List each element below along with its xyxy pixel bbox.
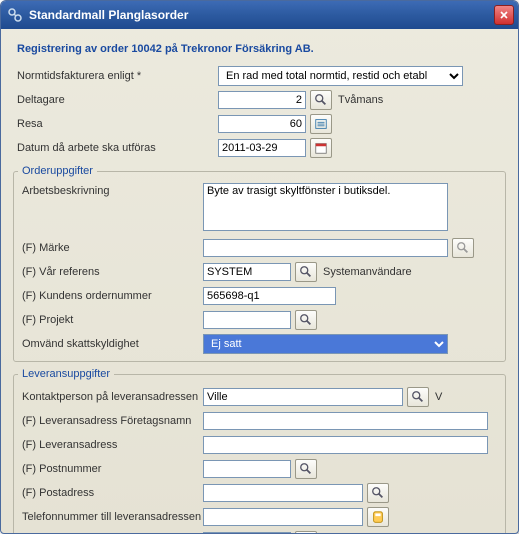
marke-label: (F) Märke (18, 242, 203, 254)
content-area: Registrering av order 10042 på Trekronor… (1, 29, 518, 534)
foretag-input[interactable] (203, 412, 488, 430)
app-icon (7, 7, 23, 23)
arbete-textarea[interactable] (203, 183, 448, 231)
deltagare-after: Tvåmans (338, 94, 383, 106)
projekt-lookup-button[interactable] (295, 310, 317, 330)
close-button[interactable] (494, 5, 514, 25)
omkast-label: Omvänd skattskyldighet (18, 338, 203, 350)
varref-label: (F) Vår referens (18, 266, 203, 278)
datum-input[interactable] (218, 139, 306, 157)
varref-input[interactable] (203, 263, 291, 281)
postnr-label: (F) Postnummer (18, 463, 203, 475)
kundorder-label: (F) Kundens ordernummer (18, 290, 203, 302)
registration-line: Registrering av order 10042 på Trekronor… (17, 43, 506, 55)
postaddr-lookup-button[interactable] (367, 483, 389, 503)
tel-input[interactable] (203, 508, 363, 526)
kundorder-input[interactable] (203, 287, 336, 305)
deltagare-label: Deltagare (13, 94, 218, 106)
leverans-legend: Leveransuppgifter (18, 368, 114, 380)
foretag-label: (F) Leveransadress Företagsnamn (18, 415, 203, 427)
postnr-lookup-button[interactable] (295, 459, 317, 479)
tel-action-button[interactable] (367, 507, 389, 527)
postaddr-label: (F) Postadress (18, 487, 203, 499)
kontakt-after: V (435, 391, 442, 403)
postaddr-input[interactable] (203, 484, 363, 502)
adress-label: (F) Leveransadress (18, 439, 203, 451)
dialog-window: Standardmall Planglasorder Registrering … (0, 0, 519, 534)
resa-label: Resa (13, 118, 218, 130)
leverans-fieldset: Leveransuppgifter Kontaktperson på lever… (13, 368, 506, 534)
varref-lookup-button[interactable] (295, 262, 317, 282)
kontakt-lookup-button[interactable] (407, 387, 429, 407)
normtid-select[interactable]: En rad med total normtid, restid och eta… (218, 66, 463, 86)
adress-input[interactable] (203, 436, 488, 454)
postnr-input[interactable] (203, 460, 291, 478)
deltagare-lookup-button[interactable] (310, 90, 332, 110)
projekt-label: (F) Projekt (18, 314, 203, 326)
deltagare-input[interactable] (218, 91, 306, 109)
kontakt-input[interactable] (203, 388, 403, 406)
kontakt-label: Kontaktperson på leveransadressen (18, 391, 203, 403)
order-fieldset: Orderuppgifter Arbetsbeskrivning (F) Mär… (13, 165, 506, 362)
order-legend: Orderuppgifter (18, 165, 97, 177)
marke-lookup-button[interactable] (452, 238, 474, 258)
omkast-select[interactable]: Ej satt (203, 334, 448, 354)
normtid-label: Normtidsfakturera enligt * (13, 70, 218, 82)
window-title: Standardmall Planglasorder (29, 8, 494, 22)
marke-input[interactable] (203, 239, 448, 257)
titlebar: Standardmall Planglasorder (1, 1, 518, 29)
arbete-label: Arbetsbeskrivning (18, 183, 203, 197)
resa-input[interactable] (218, 115, 306, 133)
resa-detail-button[interactable] (310, 114, 332, 134)
datum-calendar-button[interactable] (310, 138, 332, 158)
tel-label: Telefonnummer till leveransadressen (18, 511, 203, 523)
datum-label: Datum då arbete ska utföras (13, 142, 218, 154)
varref-after: Systemanvändare (323, 266, 412, 278)
projekt-input[interactable] (203, 311, 291, 329)
